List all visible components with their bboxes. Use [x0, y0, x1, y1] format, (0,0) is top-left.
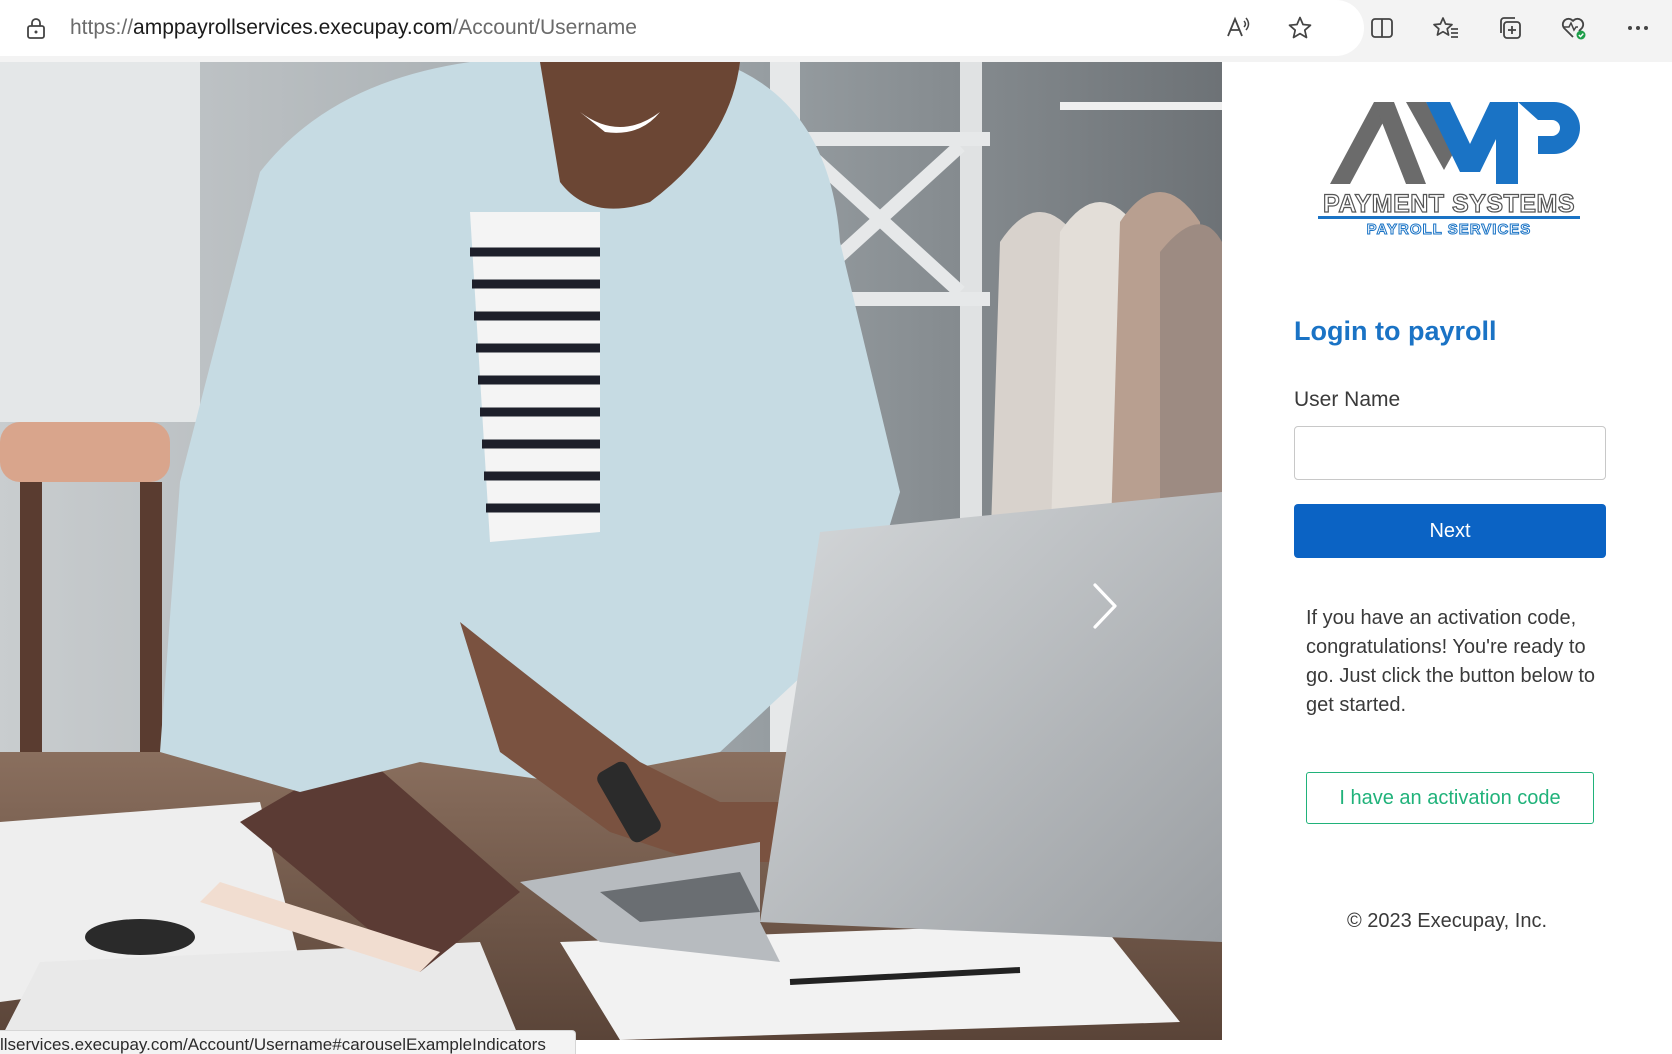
next-button[interactable]: Next — [1294, 504, 1606, 558]
url-path: /Account/Username — [452, 16, 637, 39]
username-input[interactable] — [1294, 426, 1606, 480]
split-screen-icon[interactable] — [1362, 8, 1402, 48]
activation-info-text: If you have an activation code, congratu… — [1306, 607, 1596, 716]
favorite-star-icon[interactable] — [1280, 8, 1320, 48]
page-title: Login to payroll — [1294, 316, 1497, 346]
copyright-text: © 2023 Execupay, Inc. — [1346, 910, 1548, 932]
logo-line2: PAYROLL SERVICES — [1367, 221, 1532, 238]
url-text[interactable]: https://amppayrollservices.execupay.com/… — [70, 16, 637, 40]
username-label: User Name — [1294, 388, 1401, 411]
hero-carousel-image — [0, 62, 1222, 1040]
lock-icon[interactable] — [26, 17, 46, 39]
collections-icon[interactable] — [1490, 8, 1530, 48]
logo-line1: PAYMENT SYSTEMS — [1323, 190, 1575, 218]
address-bar[interactable]: https://amppayrollservices.execupay.com/… — [0, 0, 1364, 56]
activation-code-button[interactable]: I have an activation code — [1306, 772, 1594, 824]
favorites-icon[interactable] — [1426, 8, 1466, 48]
carousel-next-button[interactable] — [1090, 582, 1146, 646]
company-logo: PAYMENT SYSTEMS PAYROLL SERVICES — [1314, 92, 1584, 242]
hero-illustration — [0, 62, 1222, 1040]
url-prefix: https:// — [70, 16, 134, 39]
chevron-right-icon — [1093, 583, 1117, 629]
url-host: amppayrollservices.execupay.com — [133, 16, 453, 39]
browser-toolbar: https://amppayrollservices.execupay.com/… — [0, 0, 1672, 62]
login-panel: PAYMENT SYSTEMS PAYROLL SERVICES Login t… — [1222, 62, 1672, 1054]
browser-essentials-icon[interactable] — [1554, 8, 1594, 48]
read-aloud-icon[interactable] — [1218, 8, 1258, 48]
more-icon[interactable] — [1618, 8, 1658, 48]
status-bar-link-preview: llservices.execupay.com/Account/Username… — [0, 1035, 546, 1054]
status-bar: llservices.execupay.com/Account/Username… — [0, 1030, 576, 1054]
